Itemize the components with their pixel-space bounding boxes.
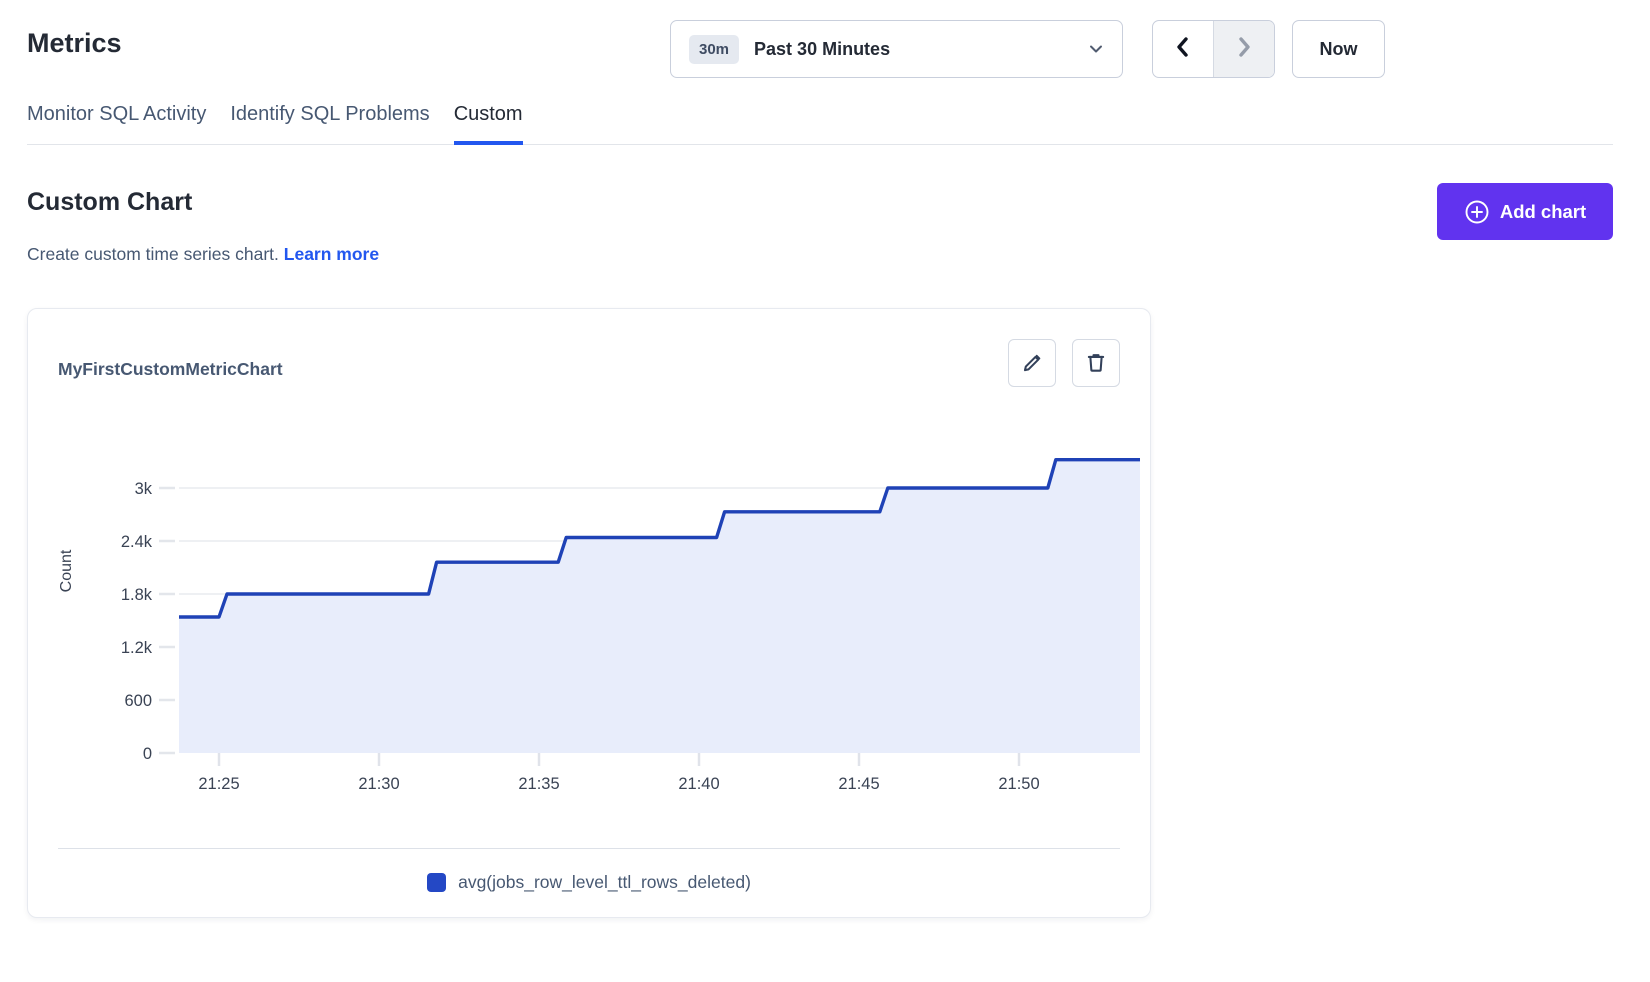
plus-circle-icon <box>1464 199 1490 225</box>
time-range-dropdown[interactable]: 30m Past 30 Minutes <box>670 20 1123 78</box>
svg-text:21:45: 21:45 <box>838 775 879 793</box>
tab-monitor-sql-activity[interactable]: Monitor SQL Activity <box>27 103 206 145</box>
learn-more-link[interactable]: Learn more <box>284 244 379 264</box>
metrics-page: Metrics 30m Past 30 Minutes Now Monitor … <box>0 0 1650 982</box>
svg-text:1.8k: 1.8k <box>121 586 153 604</box>
legend-swatch <box>427 873 446 892</box>
now-button-label: Now <box>1320 39 1358 60</box>
page-title: Metrics <box>27 28 122 59</box>
metrics-tabs: Monitor SQL Activity Identify SQL Proble… <box>27 103 1613 145</box>
tab-custom[interactable]: Custom <box>454 103 523 145</box>
svg-text:21:35: 21:35 <box>518 775 559 793</box>
svg-text:21:30: 21:30 <box>358 775 399 793</box>
legend-divider <box>58 848 1120 849</box>
svg-text:21:50: 21:50 <box>998 775 1039 793</box>
subtitle-text: Create custom time series chart. <box>27 244 279 264</box>
edit-chart-button[interactable] <box>1008 339 1056 387</box>
delete-chart-button[interactable] <box>1072 339 1120 387</box>
time-step-button-group <box>1152 20 1275 78</box>
chart-card-actions <box>1008 339 1120 387</box>
section-heading: Custom Chart <box>27 188 192 217</box>
time-range-label: Past 30 Minutes <box>754 39 1088 60</box>
custom-metric-chart-card: MyFirstCustomMetricChart <box>27 308 1151 918</box>
add-chart-label: Add chart <box>1500 201 1586 223</box>
svg-text:21:40: 21:40 <box>678 775 719 793</box>
chart-title: MyFirstCustomMetricChart <box>58 347 283 380</box>
section-subtitle: Create custom time series chart. Learn m… <box>27 244 379 265</box>
chevron-right-icon <box>1234 36 1254 63</box>
pencil-icon <box>1021 352 1043 374</box>
time-series-chart[interactable]: 0 600 1.2k 1.8k 2.4k 3k Count 21:25 21:30 21:35 21… <box>28 413 1152 803</box>
tab-identify-sql-problems[interactable]: Identify SQL Problems <box>230 103 429 145</box>
legend-label: avg(jobs_row_level_ttl_rows_deleted) <box>458 872 751 893</box>
trash-icon <box>1085 352 1107 374</box>
svg-text:3k: 3k <box>135 480 153 498</box>
previous-time-button[interactable] <box>1153 21 1214 77</box>
chevron-down-icon <box>1088 41 1104 57</box>
chart-legend: avg(jobs_row_level_ttl_rows_deleted) <box>28 872 1150 893</box>
svg-text:Count: Count <box>58 549 75 592</box>
now-button[interactable]: Now <box>1292 20 1385 78</box>
svg-text:1.2k: 1.2k <box>121 639 153 657</box>
chevron-left-icon <box>1173 36 1193 63</box>
svg-text:21:25: 21:25 <box>198 775 239 793</box>
svg-text:0: 0 <box>143 745 152 763</box>
next-time-button-disabled[interactable] <box>1214 21 1274 77</box>
chart-card-header: MyFirstCustomMetricChart <box>58 339 1120 387</box>
add-chart-button[interactable]: Add chart <box>1437 183 1613 240</box>
svg-text:600: 600 <box>124 692 152 710</box>
svg-text:2.4k: 2.4k <box>121 533 153 551</box>
time-range-badge: 30m <box>689 35 739 64</box>
